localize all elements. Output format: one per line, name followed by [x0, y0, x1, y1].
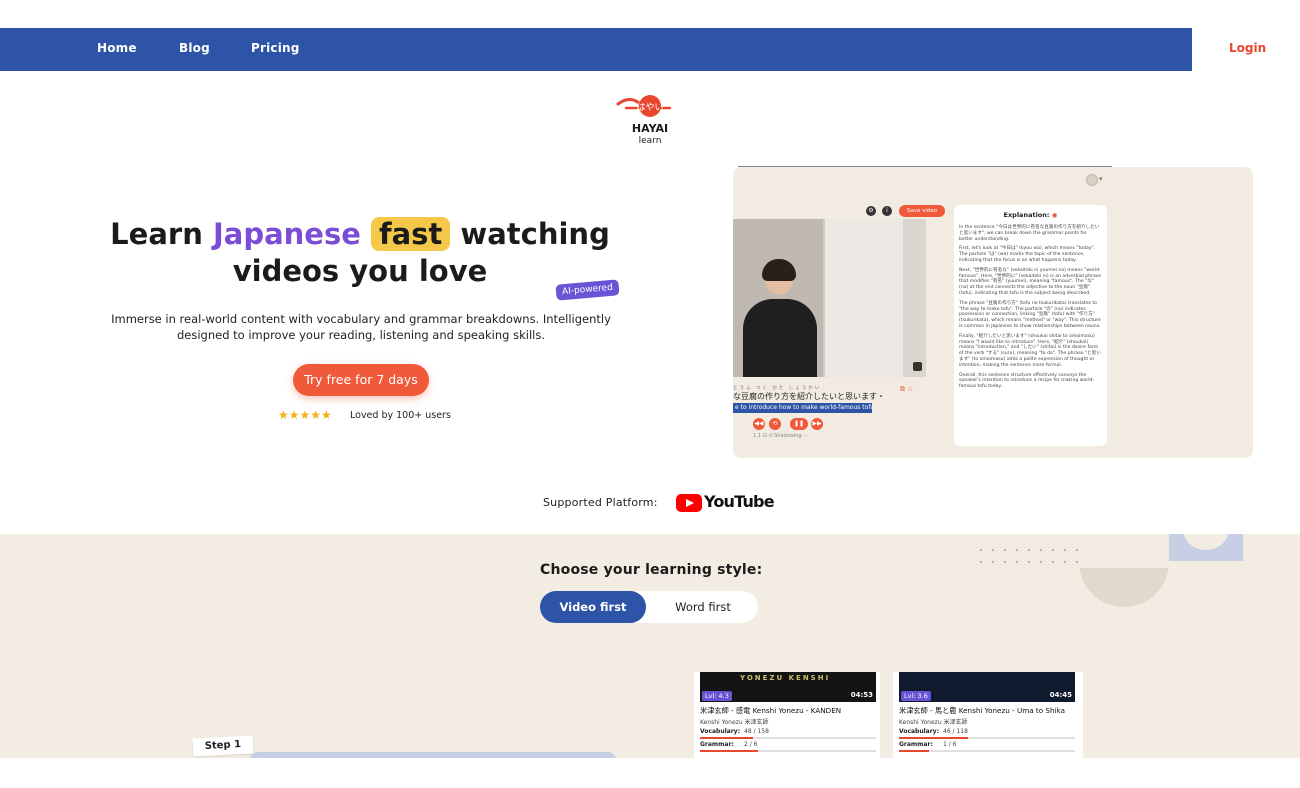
- hero-title-line2: videos you love: [232, 254, 488, 288]
- speaker-icon: ◉: [1051, 211, 1058, 219]
- vocabulary-label: Vocabulary:: [899, 728, 939, 735]
- explanation-panel: Explanation: ◉ In the sentence "今日は世界的に有…: [954, 205, 1107, 446]
- grammar-progress: [899, 750, 1075, 752]
- learning-style-title: Choose your learning style:: [540, 562, 763, 578]
- rewind-icon: ◀◀: [753, 418, 765, 430]
- nav-blog-link[interactable]: Blog: [179, 41, 210, 55]
- nav-pricing-link[interactable]: Pricing: [251, 41, 300, 55]
- player-labels: 1.1 ⊡ ⟲ Shadowing ⋯: [753, 433, 809, 439]
- video-title: 米津玄師 - 感電 Kenshi Yonezu - KANDEN: [700, 706, 842, 715]
- pause-icon: ❚❚: [790, 418, 808, 430]
- video-thumbnail[interactable]: Lvl: 3.6 04:45: [899, 672, 1075, 702]
- save-video-button: Save video: [899, 205, 945, 217]
- vocabulary-count: 46 / 118: [943, 728, 968, 735]
- hero-subtitle: Immerse in real-world content with vocab…: [111, 312, 611, 342]
- info-icon: i: [882, 206, 892, 216]
- explanation-paragraph: First, let's look at "今日は" (kyou wa), wh…: [959, 246, 1096, 263]
- decorative-dots: [975, 544, 1085, 564]
- grammar-label: Grammar:: [899, 741, 933, 748]
- video-first-button[interactable]: Video first: [540, 591, 646, 623]
- video-card[interactable]: Lvl: 3.6 04:45 米津玄師 - 馬と鹿 Kenshi Yonezu …: [893, 672, 1083, 758]
- explanation-paragraph: Overall, this sentence structure effecti…: [959, 372, 1095, 390]
- vocabulary-progress: [899, 737, 1075, 739]
- video-artist: Kenshi Yonezu 米津玄師: [700, 719, 769, 726]
- hayai-logo[interactable]: はやい HAYAI learn: [612, 92, 688, 150]
- step-label: Step 1: [192, 735, 254, 757]
- logo-mark-icon: はやい: [616, 95, 672, 117]
- hero-title-japanese: Japanese: [212, 217, 361, 251]
- video-card[interactable]: YONEZU KENSHI Lvl: 4.3 04:53 米津玄師 - 感電 K…: [694, 672, 880, 758]
- youtube-wordmark: YouTube: [704, 492, 775, 511]
- explanation-paragraph: Finally, "紹介したいと思います" (shoukai shitai to…: [959, 333, 1101, 368]
- word-first-button[interactable]: Word first: [648, 591, 758, 623]
- level-badge: Lvl: 4.3: [702, 691, 732, 701]
- logo-name: HAYAI: [631, 122, 669, 135]
- settings-icon: ⚙: [866, 206, 876, 216]
- rating-stars-icon: ★★★★★: [278, 408, 332, 422]
- video-title: 米津玄師 - 馬と鹿 Kenshi Yonezu - Uma to Shika: [899, 706, 1065, 715]
- forward-icon: ▶▶: [811, 418, 823, 430]
- explanation-paragraph: In the sentence "今日は世界的に有名な豆腐の作り方を紹介したいと…: [959, 225, 1100, 242]
- avatar: [1086, 174, 1098, 186]
- explanation-title: Explanation: ◉: [1003, 211, 1058, 219]
- page-bottom: [0, 758, 1300, 788]
- translation-line: e to introduce how to make world-famous …: [733, 403, 872, 413]
- youtube-icon: [676, 494, 702, 512]
- duration-label: 04:45: [1049, 691, 1072, 699]
- cat-icon: [913, 362, 922, 371]
- hero-title-watching: watching: [460, 217, 610, 251]
- app-preview: ▾ ⚙ i Save video とうふ つく かた しょうかい な豆腐の作り方…: [733, 167, 1253, 458]
- explanation-paragraph: Next, "世界的に有名な" (sekaiteki ni yuumei na)…: [959, 267, 1102, 296]
- video-artist: Kenshi Yonezu 米津玄師: [899, 719, 968, 726]
- hero-title: Learn Japanese fast watching videos you …: [80, 216, 640, 290]
- try-free-button[interactable]: Try free for 7 days: [293, 364, 429, 396]
- duration-label: 04:53: [850, 691, 873, 699]
- page: Home Blog Pricing Login はやい HAYAI learn …: [0, 0, 1300, 788]
- nav-home-link[interactable]: Home: [97, 41, 137, 55]
- grammar-label: Grammar:: [700, 741, 734, 748]
- loved-by-text: Loved by 100+ users: [350, 410, 451, 421]
- vocabulary-label: Vocabulary:: [700, 728, 740, 735]
- grammar-count: 1 / 6: [943, 741, 957, 748]
- presenter-figure: [743, 299, 817, 377]
- learning-style-section: Choose your learning style: Video first …: [0, 534, 1300, 758]
- repeat-icon: ⟲: [769, 418, 781, 430]
- chevron-down-icon: ▾: [1099, 175, 1103, 183]
- grammar-progress: [700, 750, 876, 752]
- grammar-count: 2 / 6: [744, 741, 758, 748]
- vocabulary-progress: [700, 737, 876, 739]
- learning-style-toggle: Video first Word first: [540, 591, 758, 623]
- top-navbar: Home Blog Pricing: [0, 28, 1192, 71]
- hero-title-learn: Learn: [110, 217, 203, 251]
- hero-title-fast: fast: [371, 217, 451, 251]
- copy-star-icons: ⧉ ☆: [900, 385, 914, 393]
- logo-sub: learn: [638, 136, 662, 146]
- video-thumbnail[interactable]: YONEZU KENSHI Lvl: 4.3 04:53: [700, 672, 876, 702]
- supported-platform-label: Supported Platform:: [543, 496, 658, 509]
- thumbnail-text: YONEZU KENSHI: [740, 674, 831, 682]
- login-link[interactable]: Login: [1229, 41, 1266, 55]
- explanation-paragraph: The phrase "豆腐の作り方" (tofu no tsukurikata…: [959, 300, 1101, 329]
- video-frame: [733, 219, 926, 377]
- vocabulary-count: 48 / 158: [744, 728, 769, 735]
- level-badge: Lvl: 3.6: [901, 691, 931, 701]
- logo-mark-text: はやい: [636, 102, 663, 113]
